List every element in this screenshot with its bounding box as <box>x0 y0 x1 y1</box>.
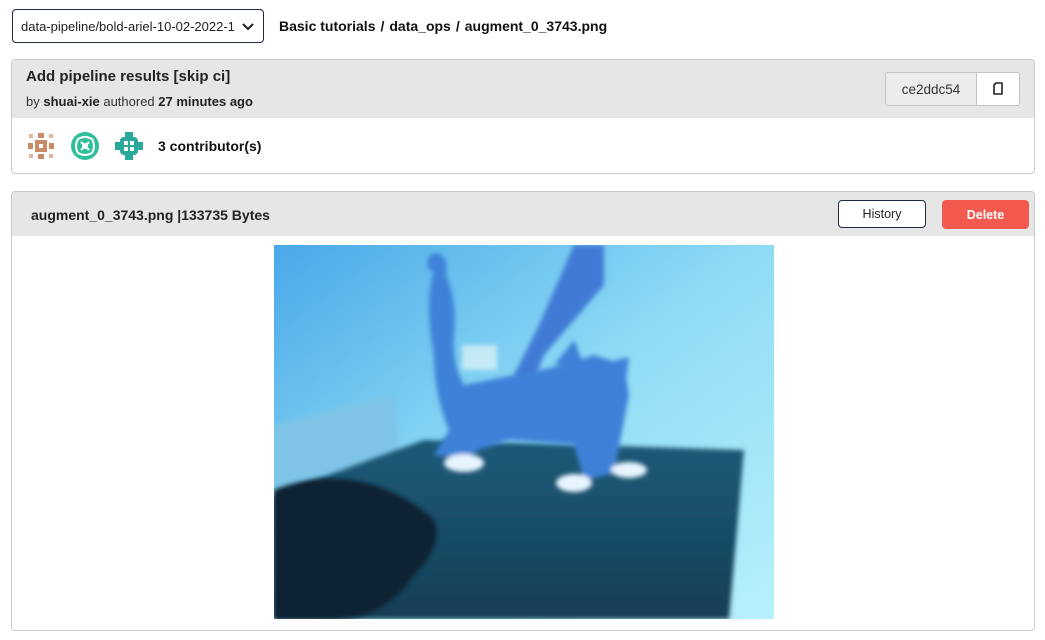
contributor-avatar[interactable] <box>70 131 100 161</box>
contributors-row: 3 contributor(s) <box>12 118 1034 173</box>
file-info: augment_0_3743.png |133735 Bytes <box>31 207 270 223</box>
breadcrumb-file: augment_0_3743.png <box>464 18 608 34</box>
branch-name: data-pipeline/bold-ariel-10-02-2022-1 <box>21 18 235 34</box>
by-prefix: by <box>26 94 40 109</box>
commit-sha-box: ce2ddc54 <box>885 72 1020 106</box>
top-bar: data-pipeline/bold-ariel-10-02-2022-1 Ba… <box>12 8 607 44</box>
commit-meta: by shuai-xie authored 27 minutes ago <box>26 94 253 109</box>
breadcrumb: Basic tutorials / data_ops / augment_0_3… <box>279 18 607 34</box>
copy-icon <box>993 82 1003 95</box>
breadcrumb-repo[interactable]: Basic tutorials <box>279 18 375 34</box>
commit-title[interactable]: Add pipeline results [skip ci] <box>26 68 230 85</box>
commit-author[interactable]: shuai-xie <box>43 94 99 109</box>
commit-card: Add pipeline results [skip ci] by shuai-… <box>11 59 1035 174</box>
commit-header: Add pipeline results [skip ci] by shuai-… <box>12 60 1034 118</box>
contributor-avatar[interactable] <box>26 131 56 161</box>
breadcrumb-separator: / <box>455 18 460 34</box>
branch-select[interactable]: data-pipeline/bold-ariel-10-02-2022-1 <box>12 9 264 43</box>
copy-sha-button[interactable] <box>977 73 1019 105</box>
image-preview <box>274 245 774 619</box>
file-card: augment_0_3743.png |133735 Bytes History… <box>11 191 1035 631</box>
breadcrumb-folder[interactable]: data_ops <box>389 18 450 34</box>
history-button[interactable]: History <box>838 200 926 228</box>
breadcrumb-separator: / <box>380 18 385 34</box>
delete-button[interactable]: Delete <box>942 200 1029 229</box>
contributors-count[interactable]: 3 contributor(s) <box>158 138 261 154</box>
commit-time: 27 minutes ago <box>158 94 253 109</box>
contributor-avatar[interactable] <box>114 131 144 161</box>
file-header: augment_0_3743.png |133735 Bytes History… <box>12 192 1034 236</box>
authored-word: authored <box>103 94 155 109</box>
chevron-down-icon <box>242 23 254 31</box>
commit-sha[interactable]: ce2ddc54 <box>886 73 977 105</box>
